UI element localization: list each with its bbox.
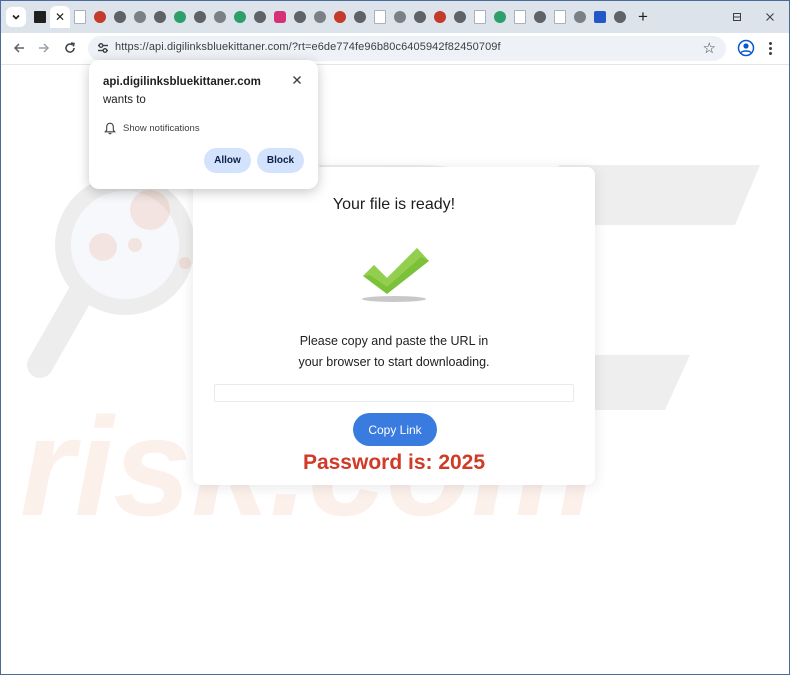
url-text[interactable]: https://api.digilinksbluekittaner.com/?r… [115,41,501,53]
tab-favicon [314,11,326,23]
tab-favicon [354,11,366,23]
block-button[interactable]: Block [257,148,304,173]
prompt-host: api.digilinksbluekittaner.com [103,76,261,88]
tab[interactable] [70,6,90,28]
close-icon[interactable] [292,75,302,85]
tab[interactable] [610,6,630,28]
page-title: Your file is ready! [332,196,456,213]
permission-label: Show notifications [123,123,200,134]
tab[interactable] [230,6,250,28]
tab[interactable] [570,6,590,28]
tab[interactable] [430,6,450,28]
tab[interactable] [390,6,410,28]
tab-favicon [434,11,446,23]
tab[interactable] [270,6,290,28]
tab-favicon [454,11,466,23]
tab[interactable] [210,6,230,28]
site-info-icon[interactable] [96,41,110,55]
tab-favicon [414,11,426,23]
tab-favicon [254,11,266,23]
tab-favicon [274,11,286,23]
tab[interactable] [130,6,150,28]
tab-favicon [134,11,146,23]
close-icon[interactable]: ✕ [55,10,65,24]
tab[interactable] [530,6,550,28]
window-close-button[interactable] [755,6,785,28]
tab-favicon [74,10,86,24]
window-close-icon [766,13,774,21]
tab-favicon [514,10,526,24]
bell-icon [104,122,116,135]
link-field[interactable] [214,384,574,402]
forward-arrow-icon [39,43,50,53]
tab-active[interactable]: ✕ [50,6,70,28]
maximize-icon [733,13,741,21]
checkmark-icon [362,248,429,302]
plus-icon: + [638,7,648,26]
tab-favicon [534,11,546,23]
star-icon[interactable]: ☆ [703,39,716,57]
tab-favicon [494,11,506,23]
new-tab-button[interactable]: + [633,6,653,28]
tab[interactable] [510,6,530,28]
password-text: Password is: 2025 [302,451,486,474]
tab[interactable] [290,6,310,28]
address-bar[interactable]: https://api.digilinksbluekittaner.com/?r… [88,36,726,61]
tab-favicon [574,11,586,23]
tab[interactable] [150,6,170,28]
tab[interactable] [350,6,370,28]
tab-favicon [394,11,406,23]
instructions: Please copy and paste the URL in your br… [193,331,595,373]
notification-permission-prompt: api.digilinksbluekittaner.com wants to S… [89,60,318,189]
tab-favicon [94,11,106,23]
copy-link-button[interactable]: Copy Link [353,413,437,446]
tab[interactable] [170,6,190,28]
instructions-line-1: Please copy and paste the URL in [299,334,489,348]
tab-favicon [154,11,166,23]
download-card: Your file is ready! Please copy and past… [193,167,595,485]
tab-favicon [294,11,306,23]
tab[interactable] [450,6,470,28]
back-arrow-icon [13,43,24,53]
tab[interactable] [310,6,330,28]
reload-icon [65,42,75,53]
tab[interactable] [370,6,390,28]
tab-favicon [474,10,486,24]
tab-favicon [114,11,126,23]
maximize-button[interactable] [722,6,752,28]
tab-search-button[interactable] [6,7,26,27]
tab[interactable] [410,6,430,28]
prompt-wants-to: wants to [103,94,146,106]
tab-favicon [554,10,566,24]
tab-favicon [234,11,246,23]
instructions-line-2: your browser to start downloading. [298,355,490,369]
forward-button[interactable] [33,37,55,59]
allow-button[interactable]: Allow [204,148,251,173]
tab-strip: ✕ + [0,0,790,33]
tabs-row: ✕ [30,6,630,28]
tab-favicon [374,10,386,24]
tab-favicon [174,11,186,23]
kebab-menu-icon[interactable] [764,38,776,58]
tab[interactable] [90,6,110,28]
tab[interactable] [110,6,130,28]
back-button[interactable] [8,37,30,59]
profile-icon[interactable] [737,39,755,57]
tab-favicon [34,11,46,23]
tab-favicon [214,11,226,23]
tab[interactable] [30,6,50,28]
reload-button[interactable] [59,37,81,59]
tab-favicon [334,11,346,23]
tab[interactable] [330,6,350,28]
tab[interactable] [470,6,490,28]
tab-favicon [194,11,206,23]
tab[interactable] [250,6,270,28]
tab[interactable] [550,6,570,28]
tab-favicon [594,11,606,23]
tab[interactable] [490,6,510,28]
tab[interactable] [590,6,610,28]
chevron-down-icon [12,14,20,20]
tab-favicon [614,11,626,23]
tab[interactable] [190,6,210,28]
